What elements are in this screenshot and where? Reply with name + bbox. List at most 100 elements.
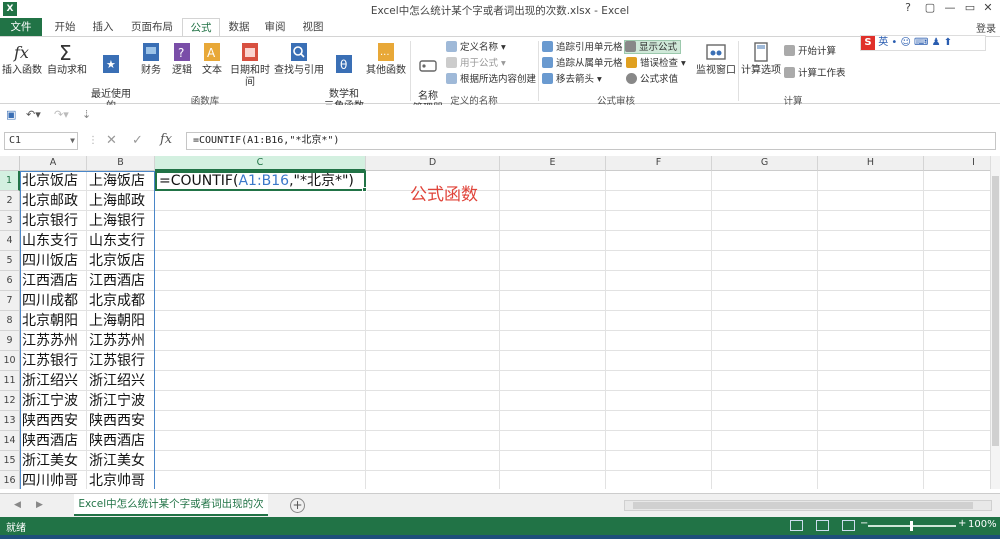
page-layout-view-icon[interactable]: [816, 520, 829, 531]
remove-arrows-button[interactable]: 移去箭头 ▾: [542, 73, 602, 87]
cancel-icon[interactable]: ✕: [106, 133, 117, 148]
sheet-tab-active[interactable]: Excel中怎么统计某个字或者词出现的次数: [74, 494, 268, 530]
cell-a15[interactable]: 浙江美女: [20, 451, 87, 471]
cell-e13[interactable]: [500, 411, 606, 431]
cell-g15[interactable]: [712, 451, 818, 471]
cell-c16[interactable]: [155, 471, 366, 489]
autosum-button[interactable]: Σ 自动求和: [46, 41, 88, 77]
cell-b14[interactable]: 陕西酒店: [87, 431, 155, 451]
cell-d14[interactable]: [366, 431, 500, 451]
cell-a10[interactable]: 江苏银行: [20, 351, 87, 371]
column-header-b[interactable]: B: [87, 156, 155, 171]
cell-f16[interactable]: [606, 471, 712, 489]
cell-e16[interactable]: [500, 471, 606, 489]
undo-icon[interactable]: ↶▾: [26, 108, 41, 121]
row-header-1[interactable]: 1: [0, 171, 20, 191]
zoom-out-button[interactable]: −: [860, 518, 868, 529]
row-header-3[interactable]: 3: [0, 211, 20, 231]
restore-button[interactable]: ▭: [960, 1, 980, 14]
cell-i10[interactable]: [924, 351, 1000, 371]
cell-b4[interactable]: 山东支行: [87, 231, 155, 251]
login-link[interactable]: 登录: [976, 20, 996, 35]
cell-f11[interactable]: [606, 371, 712, 391]
cell-h11[interactable]: [818, 371, 924, 391]
column-header-g[interactable]: G: [712, 156, 818, 171]
cell-g2[interactable]: [712, 191, 818, 211]
cell-i15[interactable]: [924, 451, 1000, 471]
cell-e10[interactable]: [500, 351, 606, 371]
define-name-button[interactable]: 定义名称 ▾: [446, 41, 506, 55]
cell-c14[interactable]: [155, 431, 366, 451]
zoom-level[interactable]: 100%: [968, 519, 997, 530]
cell-e9[interactable]: [500, 331, 606, 351]
watch-window-button[interactable]: 监视窗口: [696, 41, 736, 77]
cell-e11[interactable]: [500, 371, 606, 391]
save-icon[interactable]: ▣: [6, 108, 16, 121]
row-header-2[interactable]: 2: [0, 191, 20, 211]
cell-b15[interactable]: 浙江美女: [87, 451, 155, 471]
cell-b13[interactable]: 陕西西安: [87, 411, 155, 431]
row-header-12[interactable]: 12: [0, 391, 20, 411]
cell-c3[interactable]: [155, 211, 366, 231]
cell-a12[interactable]: 浙江宁波: [20, 391, 87, 411]
cell-g4[interactable]: [712, 231, 818, 251]
cell-c8[interactable]: [155, 311, 366, 331]
help-button[interactable]: ?: [898, 1, 918, 14]
cell-h4[interactable]: [818, 231, 924, 251]
cell-h9[interactable]: [818, 331, 924, 351]
cell-d8[interactable]: [366, 311, 500, 331]
cell-f10[interactable]: [606, 351, 712, 371]
create-from-selection-button[interactable]: 根据所选内容创建: [446, 73, 536, 87]
cell-e8[interactable]: [500, 311, 606, 331]
cell-h16[interactable]: [818, 471, 924, 489]
cell-f4[interactable]: [606, 231, 712, 251]
cell-e1[interactable]: [500, 171, 606, 191]
cell-h15[interactable]: [818, 451, 924, 471]
calc-options-button[interactable]: 计算选项: [740, 41, 782, 77]
cell-d12[interactable]: [366, 391, 500, 411]
cell-f15[interactable]: [606, 451, 712, 471]
evaluate-formula-button[interactable]: 公式求值: [626, 73, 678, 87]
cell-f2[interactable]: [606, 191, 712, 211]
cell-i14[interactable]: [924, 431, 1000, 451]
cell-i12[interactable]: [924, 391, 1000, 411]
text-button[interactable]: A 文本: [198, 41, 226, 77]
cell-i11[interactable]: [924, 371, 1000, 391]
cell-b9[interactable]: 江苏苏州: [87, 331, 155, 351]
cell-b1[interactable]: 上海饭店: [87, 171, 155, 191]
cell-c9[interactable]: [155, 331, 366, 351]
financial-button[interactable]: 财务: [136, 41, 166, 77]
cell-h1[interactable]: [818, 171, 924, 191]
trace-precedents-button[interactable]: 追踪引用单元格: [542, 41, 623, 55]
row-header-4[interactable]: 4: [0, 231, 20, 251]
cell-b12[interactable]: 浙江宁波: [87, 391, 155, 411]
cell-c12[interactable]: [155, 391, 366, 411]
tab-data[interactable]: 数据: [224, 18, 254, 36]
cell-e7[interactable]: [500, 291, 606, 311]
row-header-5[interactable]: 5: [0, 251, 20, 271]
cell-e12[interactable]: [500, 391, 606, 411]
cell-d15[interactable]: [366, 451, 500, 471]
cell-i5[interactable]: [924, 251, 1000, 271]
cell-a6[interactable]: 江西酒店: [20, 271, 87, 291]
cell-h12[interactable]: [818, 391, 924, 411]
calc-now-button[interactable]: 开始计算: [784, 45, 836, 59]
row-header-13[interactable]: 13: [0, 411, 20, 431]
cell-d3[interactable]: [366, 211, 500, 231]
spreadsheet-grid[interactable]: ABCDEFGHI 1234567891011121314151617 北京饭店…: [0, 156, 1000, 489]
cell-i16[interactable]: [924, 471, 1000, 489]
error-checking-button[interactable]: 错误检查 ▾: [626, 57, 686, 71]
cell-g13[interactable]: [712, 411, 818, 431]
cell-d7[interactable]: [366, 291, 500, 311]
cell-c7[interactable]: [155, 291, 366, 311]
redo-icon[interactable]: ↷▾: [54, 108, 69, 121]
cell-i3[interactable]: [924, 211, 1000, 231]
minimize-button[interactable]: —: [940, 1, 960, 14]
cell-b7[interactable]: 北京成都: [87, 291, 155, 311]
row-header-11[interactable]: 11: [0, 371, 20, 391]
cell-i9[interactable]: [924, 331, 1000, 351]
cell-c10[interactable]: [155, 351, 366, 371]
close-button[interactable]: ✕: [978, 1, 998, 14]
fill-handle[interactable]: [362, 187, 367, 192]
cell-b2[interactable]: 上海邮政: [87, 191, 155, 211]
